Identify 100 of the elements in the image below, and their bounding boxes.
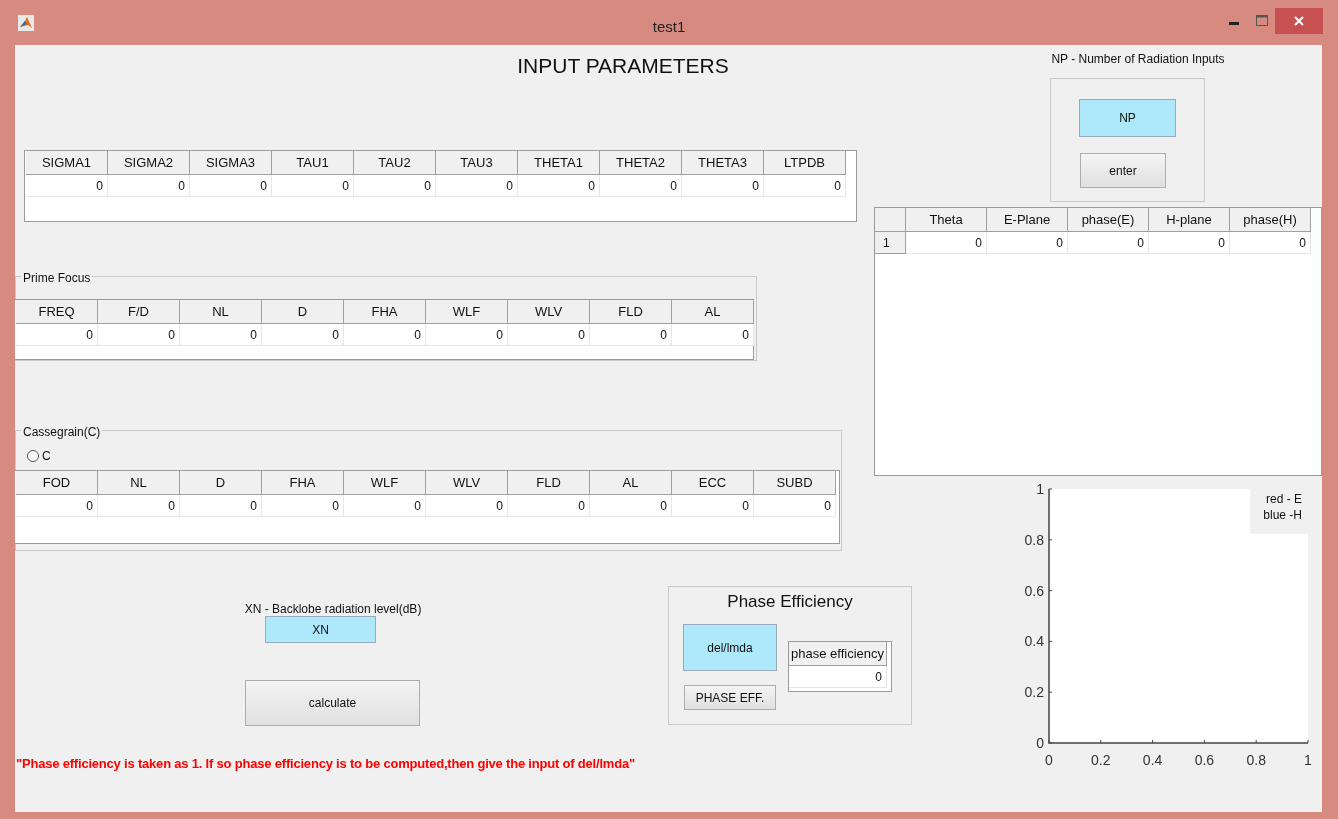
table-cell[interactable]: 0 (262, 495, 344, 517)
close-button[interactable] (1275, 8, 1323, 34)
column-header: FREQ (16, 300, 98, 324)
minimize-icon[interactable] (1229, 22, 1239, 26)
input-field[interactable]: del/lmda (683, 624, 777, 671)
input-field[interactable]: XN (265, 616, 376, 643)
maximize-icon[interactable] (1256, 15, 1268, 26)
table-cell[interactable]: 0 (26, 175, 108, 197)
table-cell[interactable]: 0 (272, 175, 354, 197)
table-cell[interactable]: 0 (16, 495, 98, 517)
table-cell[interactable]: 0 (426, 324, 508, 346)
column-header: FHA (262, 471, 344, 495)
input-field[interactable]: NP (1079, 99, 1176, 137)
enter-button[interactable]: enter (1080, 153, 1166, 188)
tick-label: 0.6 (1194, 752, 1215, 768)
table-cell[interactable]: 0 (16, 324, 98, 346)
table-cell[interactable]: 0 (600, 175, 682, 197)
column-header: phase(E) (1068, 208, 1149, 232)
tick-label: 0.4 (1142, 752, 1163, 768)
table-cell[interactable]: 0 (1230, 232, 1311, 254)
column-header: FLD (508, 471, 590, 495)
column-header: WLV (508, 300, 590, 324)
table-cell[interactable]: 0 (590, 324, 672, 346)
column-header: ECC (672, 471, 754, 495)
column-header: TAU3 (436, 151, 518, 175)
window-title: test1 (651, 17, 687, 37)
column-header: SIGMA1 (26, 151, 108, 175)
table-cell[interactable]: 0 (98, 324, 180, 346)
table-cell[interactable]: 0 (789, 666, 887, 688)
table-cell[interactable]: 0 (682, 175, 764, 197)
field-label: NP - Number of Radiation Inputs (1050, 51, 1226, 68)
tick-label: 0 (1036, 735, 1044, 751)
radio-button[interactable]: C (27, 447, 51, 465)
column-header: THETA1 (518, 151, 600, 175)
table-cell[interactable]: 0 (590, 495, 672, 517)
column-header: AL (672, 300, 754, 324)
column-header: TAU2 (354, 151, 436, 175)
calculate-button[interactable]: calculate (245, 680, 420, 726)
note-text: "Phase efficiency is taken as 1. If so phase efficiency is to be computed,then give the input of del/lmda" (15, 755, 636, 773)
table-cell[interactable]: 0 (344, 495, 426, 517)
close-icon (1294, 16, 1304, 26)
table-cell[interactable]: 0 (987, 232, 1068, 254)
row-header: 1 (875, 232, 906, 254)
column-header: FOD (16, 471, 98, 495)
column-header: Theta (906, 208, 987, 232)
column-header: LTPDB (764, 151, 846, 175)
app-icon[interactable] (18, 15, 34, 31)
tick-label: 0.8 (1024, 531, 1044, 548)
column-header: F/D (98, 300, 180, 324)
table-cell[interactable]: 0 (754, 495, 836, 517)
table-cell[interactable]: 0 (672, 324, 754, 346)
tick-label: 0 (1045, 752, 1053, 768)
column-header: NL (98, 471, 180, 495)
tick-label: 1 (1036, 481, 1044, 497)
column-header: E-Plane (987, 208, 1068, 232)
column-header: FHA (344, 300, 426, 324)
table-cell[interactable]: 0 (180, 495, 262, 517)
tick-label: 0.8 (1246, 752, 1266, 768)
column-header: FLD (590, 300, 672, 324)
column-header: SIGMA3 (190, 151, 272, 175)
tick-label: 0.2 (1091, 752, 1111, 768)
table-cell[interactable]: 0 (98, 495, 180, 517)
tick-label: 0.2 (1024, 684, 1044, 701)
table-cell[interactable]: 0 (180, 324, 262, 346)
table-cell[interactable]: 0 (764, 175, 846, 197)
heading: INPUT PARAMETERS (516, 53, 730, 79)
table-cell[interactable]: 0 (518, 175, 600, 197)
column-header: AL (590, 471, 672, 495)
tick-label: 1 (1304, 752, 1312, 768)
column-header: SIGMA2 (108, 151, 190, 175)
column-header: phase efficiency (789, 642, 887, 666)
field-label: XN - Backlobe radiation level(dB) (243, 601, 423, 618)
tick-label: 0.4 (1024, 633, 1044, 650)
legend-label: red - E (1266, 491, 1302, 507)
column-header: SUBD (754, 471, 836, 495)
table-cell[interactable]: 0 (262, 324, 344, 346)
column-header: THETA2 (600, 151, 682, 175)
table-cell[interactable]: 0 (436, 175, 518, 197)
table-cell[interactable]: 0 (1068, 232, 1149, 254)
table-cell[interactable]: 0 (190, 175, 272, 197)
column-header: D (180, 471, 262, 495)
table-cell[interactable]: 0 (672, 495, 754, 517)
table-cell[interactable]: 0 (508, 324, 590, 346)
column-header: THETA3 (682, 151, 764, 175)
table-cell[interactable]: 0 (108, 175, 190, 197)
table-cell[interactable]: 0 (906, 232, 987, 254)
tick-label: 0.6 (1024, 582, 1044, 599)
panel-title: Phase Efficiency (726, 591, 854, 613)
table-cell[interactable]: 0 (354, 175, 436, 197)
phase-eff-button[interactable]: PHASE EFF. (684, 685, 776, 710)
column-header: TAU1 (272, 151, 354, 175)
table-cell[interactable]: 0 (1149, 232, 1230, 254)
column-header: WLV (426, 471, 508, 495)
column-header: phase(H) (1230, 208, 1311, 232)
table-cell[interactable]: 0 (508, 495, 590, 517)
column-header: NL (180, 300, 262, 324)
column-header: WLF (344, 471, 426, 495)
table-cell[interactable]: 0 (426, 495, 508, 517)
table-cell[interactable]: 0 (344, 324, 426, 346)
column-header: H-plane (1149, 208, 1230, 232)
